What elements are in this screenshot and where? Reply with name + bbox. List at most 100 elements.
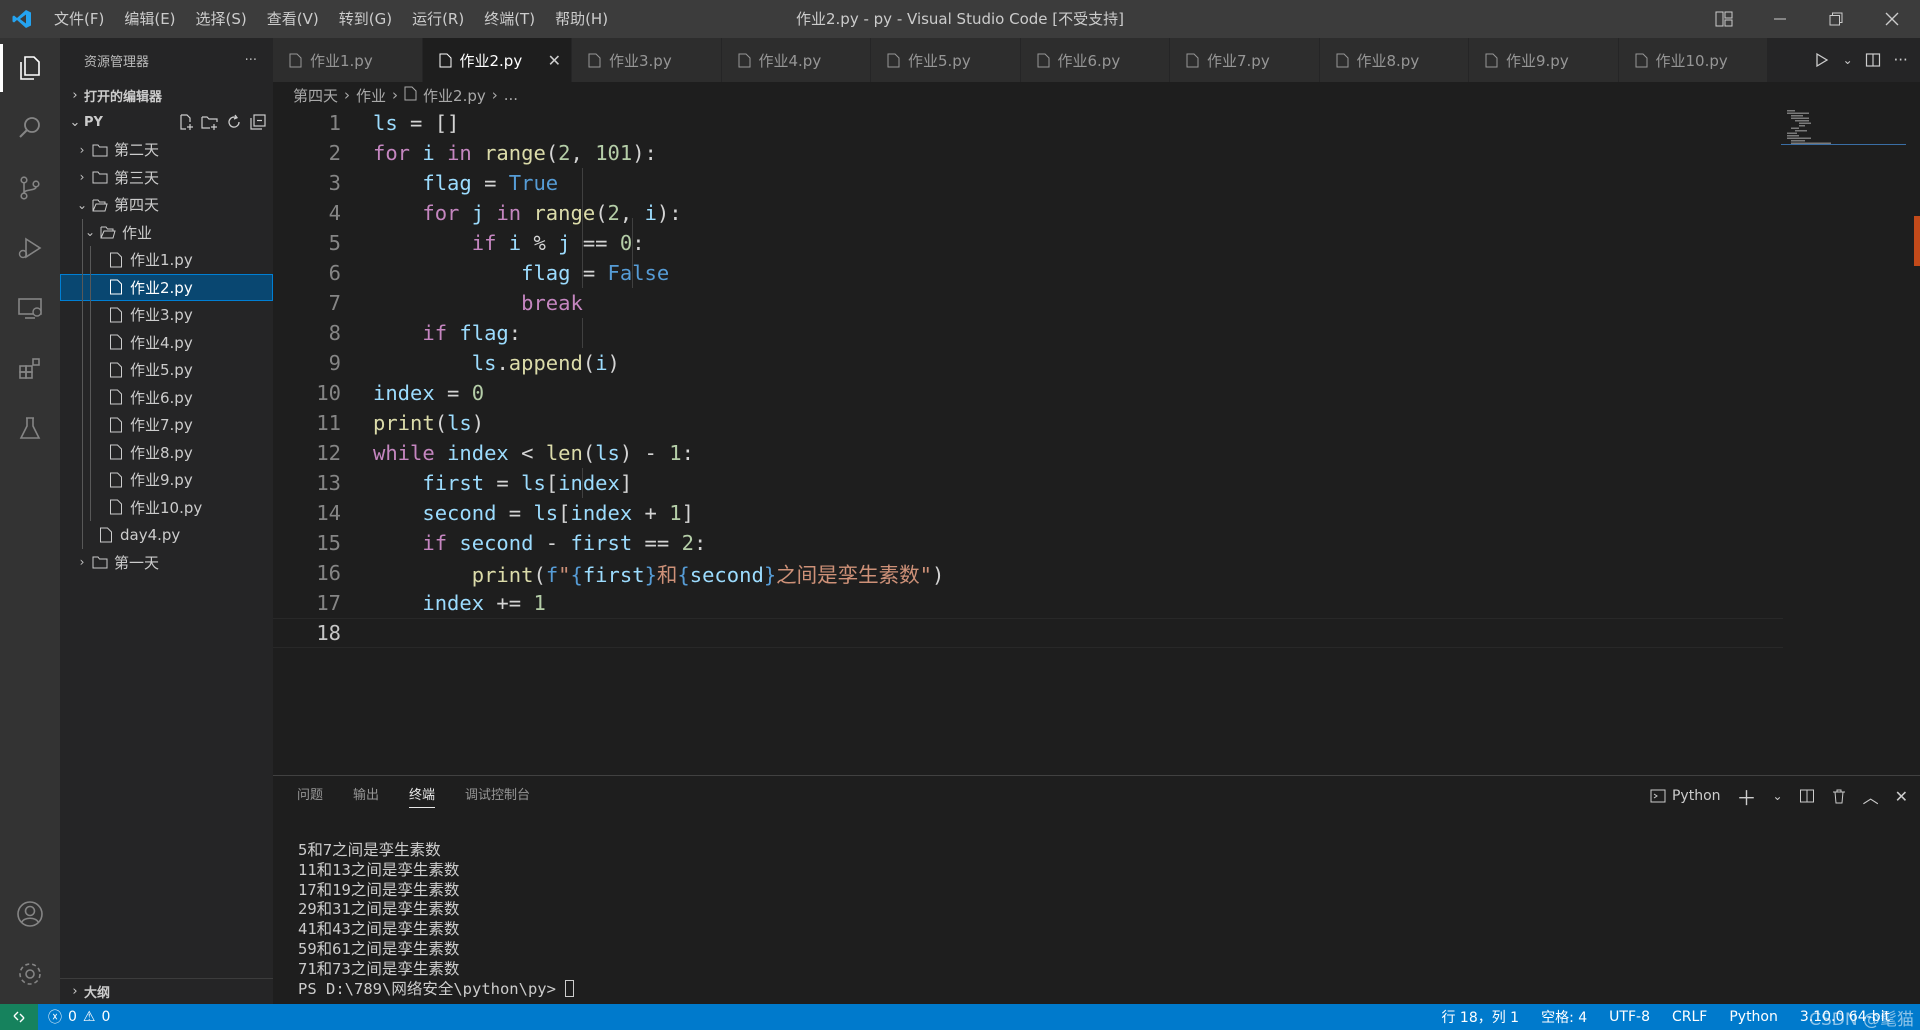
tree-file[interactable]: 作业5.py: [60, 356, 273, 384]
collapse-all-icon[interactable]: [249, 113, 267, 131]
tab-file-active[interactable]: 作业2.py ✕: [422, 38, 572, 82]
minimize-button[interactable]: [1752, 0, 1808, 38]
tab-file[interactable]: 作业3.py: [572, 38, 722, 82]
cursor-position[interactable]: 行 18，列 1: [1441, 1007, 1519, 1027]
encoding[interactable]: UTF-8: [1609, 1009, 1650, 1025]
testing-icon[interactable]: [0, 398, 60, 458]
menu-go[interactable]: 转到(G): [329, 0, 402, 38]
terminal-prompt-line: PS D:\789\网络安全\python\py>: [298, 979, 575, 1000]
code-line: 9 ls.append(i): [273, 348, 1783, 378]
tree-file[interactable]: 作业3.py: [60, 301, 273, 329]
tree-label: day4.py: [120, 525, 181, 544]
trash-icon[interactable]: [1831, 788, 1847, 804]
tab-file[interactable]: 作业1.py: [273, 38, 423, 82]
new-terminal-icon[interactable]: ＋: [1737, 782, 1757, 811]
more-actions-icon[interactable]: ···: [1893, 51, 1907, 69]
code-text: ls.append(i): [471, 351, 620, 375]
search-icon[interactable]: [0, 98, 60, 158]
tab-label: 作业9.py: [1506, 51, 1569, 70]
run-file-icon[interactable]: [1814, 52, 1830, 68]
tree-folder-day4[interactable]: ⌄ 第四天: [60, 191, 273, 219]
close-panel-icon[interactable]: ✕: [1895, 787, 1908, 806]
restore-button[interactable]: [1808, 0, 1864, 38]
minimap[interactable]: [1781, 108, 1906, 148]
terminal-line: 59和61之间是孪生素数: [298, 939, 460, 958]
close-window-button[interactable]: [1864, 0, 1920, 38]
menu-bar: 文件(F) 编辑(E) 选择(S) 查看(V) 转到(G) 运行(R) 终端(T…: [44, 0, 618, 38]
more-actions-icon[interactable]: ···: [245, 53, 257, 68]
tree-file[interactable]: 作业7.py: [60, 411, 273, 439]
tab-file[interactable]: 作业8.py: [1319, 38, 1469, 82]
file-icon: [106, 307, 126, 323]
remote-indicator-icon[interactable]: [0, 1004, 38, 1030]
source-control-icon[interactable]: [0, 158, 60, 218]
remote-explorer-icon[interactable]: [0, 278, 60, 338]
new-file-icon[interactable]: [177, 113, 195, 131]
indentation[interactable]: 空格: 4: [1541, 1007, 1587, 1027]
tree-file[interactable]: 作业6.py: [60, 383, 273, 411]
menu-file[interactable]: 文件(F): [44, 0, 114, 38]
breadcrumb-item[interactable]: ...: [504, 86, 518, 104]
open-editors-section[interactable]: › 打开的编辑器: [60, 82, 273, 108]
split-terminal-icon[interactable]: [1799, 788, 1815, 804]
tab-file[interactable]: 作业5.py: [871, 38, 1021, 82]
menu-help[interactable]: 帮助(H): [545, 0, 618, 38]
outline-section[interactable]: › 大纲: [60, 978, 273, 1004]
indent-guide: [90, 328, 91, 356]
refresh-icon[interactable]: [225, 113, 243, 131]
indent-guide: [82, 438, 83, 466]
tab-problems[interactable]: 问题: [297, 776, 323, 816]
tab-file[interactable]: 作业6.py: [1020, 38, 1170, 82]
tab-file[interactable]: 作业7.py: [1170, 38, 1320, 82]
tree-file[interactable]: 作业4.py: [60, 328, 273, 356]
tree-file[interactable]: 作业10.py: [60, 493, 273, 521]
code-line: 13 first = ls[index]: [273, 468, 1783, 498]
settings-gear-icon[interactable]: [0, 944, 60, 1004]
tab-file[interactable]: 作业9.py: [1469, 38, 1619, 82]
tree-file[interactable]: 作业8.py: [60, 438, 273, 466]
tree-folder-day1[interactable]: › 第一天: [60, 549, 273, 577]
menu-selection[interactable]: 选择(S): [186, 0, 257, 38]
close-icon[interactable]: ✕: [548, 51, 561, 70]
breadcrumb-item[interactable]: 作业: [356, 85, 386, 106]
terminal-shell-selector[interactable]: Python: [1650, 788, 1721, 804]
file-icon: [106, 252, 126, 268]
accounts-icon[interactable]: [0, 884, 60, 944]
explorer-icon[interactable]: [0, 38, 60, 98]
code-line: 14 second = ls[index + 1]: [273, 498, 1783, 528]
menu-edit[interactable]: 编辑(E): [114, 0, 185, 38]
breadcrumb-item[interactable]: 第四天: [293, 85, 338, 106]
code-text: while index < len(ls) - 1:: [373, 441, 694, 465]
chevron-down-icon[interactable]: ⌄: [1773, 789, 1783, 803]
menu-terminal[interactable]: 终端(T): [474, 0, 545, 38]
layout-customize-icon[interactable]: [1696, 0, 1752, 38]
chevron-down-icon[interactable]: ⌄: [1843, 53, 1853, 67]
tab-debug-console[interactable]: 调试控制台: [465, 776, 530, 816]
tab-file[interactable]: 作业4.py: [721, 38, 871, 82]
tree-folder-day3[interactable]: › 第三天: [60, 164, 273, 192]
problems-indicator[interactable]: ⓧ 0 ⚠ 0: [38, 1007, 110, 1027]
tab-terminal[interactable]: 终端: [409, 776, 436, 816]
language-mode[interactable]: Python: [1729, 1009, 1778, 1025]
terminal-output[interactable]: 5和7之间是孪生素数 11和13之间是孪生素数 17和19之间是孪生素数 29和…: [298, 841, 575, 1000]
tree-file[interactable]: 作业1.py: [60, 246, 273, 274]
tree-file-selected[interactable]: 作业2.py: [60, 273, 273, 301]
folder-root-py[interactable]: ⌄ PY: [60, 108, 273, 136]
menu-run[interactable]: 运行(R): [402, 0, 474, 38]
tree-file[interactable]: 作业9.py: [60, 466, 273, 494]
tab-output[interactable]: 输出: [353, 776, 379, 816]
split-editor-icon[interactable]: [1865, 52, 1881, 68]
extensions-icon[interactable]: [0, 338, 60, 398]
run-debug-icon[interactable]: [0, 218, 60, 278]
tree-folder-homework[interactable]: ⌄ 作业: [60, 218, 273, 246]
new-folder-icon[interactable]: [201, 113, 219, 131]
code-editor[interactable]: 1 ls = [] 2 for i in range(2, 101): 3 flag…: [273, 108, 1920, 775]
breadcrumb-item[interactable]: 作业2.py: [423, 85, 486, 106]
file-icon: [106, 389, 126, 405]
chevron-up-icon[interactable]: ︿: [1863, 784, 1879, 808]
end-of-line[interactable]: CRLF: [1672, 1009, 1707, 1025]
menu-view[interactable]: 查看(V): [257, 0, 329, 38]
tab-file[interactable]: 作业10.py: [1618, 38, 1768, 82]
tree-folder-day2[interactable]: › 第二天: [60, 136, 273, 164]
tree-file-day4[interactable]: day4.py: [60, 521, 273, 549]
